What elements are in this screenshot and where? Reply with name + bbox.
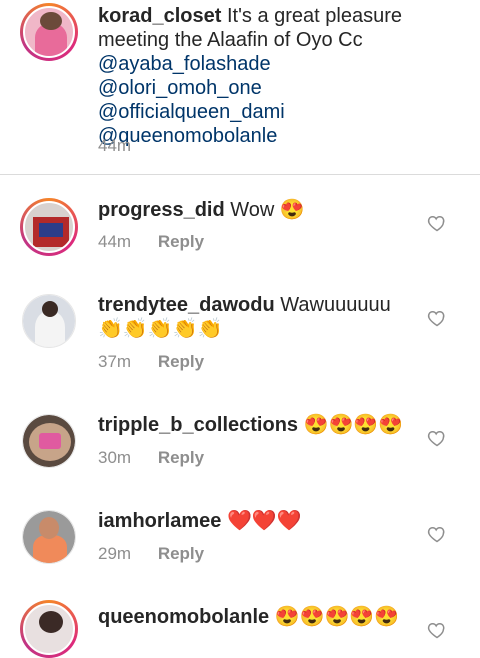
- comment-timestamp: 30m: [98, 448, 132, 467]
- mention-link[interactable]: @officialqueen_dami: [98, 101, 285, 123]
- comment-text: progress_did Wow 😍: [98, 198, 418, 222]
- caption-username[interactable]: korad_closet: [98, 5, 221, 27]
- comment-emoji: ❤️❤️❤️: [226, 510, 302, 532]
- commenter-avatar[interactable]: [20, 198, 78, 256]
- reply-button[interactable]: Reply: [158, 232, 204, 251]
- comment-timestamp: 29m: [98, 544, 132, 563]
- comment-text: iamhorlamee ❤️❤️❤️: [98, 509, 418, 533]
- commenter-avatar[interactable]: [22, 294, 76, 348]
- comment-text: tripple_b_collections 😍😍😍😍: [98, 413, 418, 437]
- comment-emoji: 😍: [279, 199, 305, 221]
- like-heart-icon[interactable]: [427, 213, 447, 233]
- comment-emoji: 😍😍😍😍😍: [274, 606, 400, 628]
- mention-link[interactable]: @olori_omoh_one: [98, 77, 262, 99]
- reply-button[interactable]: Reply: [158, 448, 204, 467]
- caption-timestamp: 44m: [98, 136, 132, 155]
- divider: [0, 174, 480, 175]
- comment-emoji: 😍😍😍😍: [303, 414, 404, 436]
- comment-username[interactable]: progress_did: [98, 199, 225, 221]
- comment-meta: 29m Reply: [98, 544, 204, 564]
- comment-timestamp: 44m: [98, 232, 132, 251]
- comment-username[interactable]: trendytee_dawodu: [98, 294, 275, 316]
- comment-body: Wow: [230, 199, 275, 221]
- comment-meta: 44m Reply: [98, 232, 204, 252]
- commenter-avatar[interactable]: [22, 414, 76, 468]
- commenter-avatar[interactable]: [22, 510, 76, 564]
- comment-text: queenomobolanle 😍😍😍😍😍: [98, 605, 418, 629]
- reply-button[interactable]: Reply: [158, 544, 204, 563]
- reply-button[interactable]: Reply: [158, 352, 204, 371]
- comment-username[interactable]: queenomobolanle: [98, 606, 269, 628]
- post-caption: korad_closet It's a great pleasure meeti…: [0, 0, 480, 174]
- comment-emoji: 👏👏👏👏👏: [98, 318, 223, 340]
- caption-text: korad_closet It's a great pleasure meeti…: [98, 4, 418, 148]
- comment-username[interactable]: iamhorlamee: [98, 510, 221, 532]
- comment-body: Wawuuuuuu: [280, 294, 391, 316]
- like-heart-icon[interactable]: [427, 524, 447, 544]
- caption-avatar[interactable]: [20, 3, 78, 61]
- like-heart-icon[interactable]: [427, 308, 447, 328]
- like-heart-icon[interactable]: [427, 620, 447, 640]
- like-heart-icon[interactable]: [427, 428, 447, 448]
- comment-username[interactable]: tripple_b_collections: [98, 414, 298, 436]
- comment-text: trendytee_dawodu Wawuuuuuu 👏👏👏👏👏: [98, 293, 418, 341]
- mention-link[interactable]: @ayaba_folashade: [98, 53, 271, 75]
- comment-meta: 30m Reply: [98, 448, 204, 468]
- commenter-avatar[interactable]: [20, 600, 78, 658]
- comment-meta: 37m Reply: [98, 352, 204, 372]
- comment-timestamp: 37m: [98, 352, 132, 371]
